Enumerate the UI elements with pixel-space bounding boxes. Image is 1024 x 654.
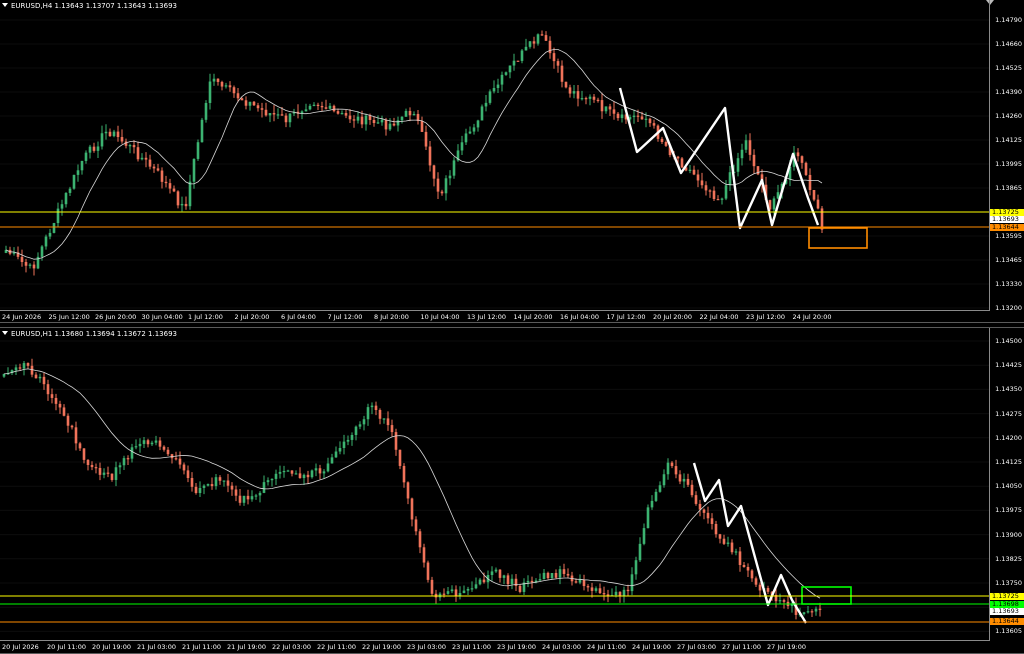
price-tick-label: 1.14350 <box>995 385 1022 394</box>
time-tick-label: 2 Jul 20:00 <box>234 313 270 321</box>
time-tick-label: 24 Jul 19:00 <box>632 643 671 651</box>
time-tick-label: 26 Jun 20:00 <box>95 313 137 321</box>
price-tick-label: 1.14125 <box>995 136 1022 144</box>
chart-window-h4[interactable]: EURUSD,H4 1.13643 1.13707 1.13643 1.1369… <box>0 0 1024 323</box>
time-tick-label: 1 Jul 12:00 <box>188 313 223 321</box>
price-tick-label: 1.14790 <box>995 16 1022 24</box>
time-tick-label: 24 Jul 20:00 <box>792 313 832 321</box>
price-tick-label: 1.14200 <box>995 433 1022 442</box>
time-tick-label: 20 Jul 2026 <box>2 643 39 651</box>
time-tick-label: 8 Jul 20:00 <box>374 313 409 321</box>
chart-window-h1[interactable]: EURUSD,H1 1.13680 1.13694 1.13672 1.1369… <box>0 327 1024 654</box>
time-tick-label: 23 Jul 11:00 <box>452 643 491 651</box>
price-tick-label: 1.13750 <box>995 579 1022 587</box>
price-tick-label: 1.13865 <box>995 184 1022 192</box>
time-tick-label: 20 Jul 20:00 <box>653 313 692 321</box>
time-tick-label: 17 Jul 12:00 <box>606 313 646 321</box>
price-tick-label: 1.14260 <box>995 112 1022 120</box>
time-tick-label: 22 Jul 11:00 <box>317 643 356 651</box>
time-tick-label: 23 Jul 19:00 <box>497 643 536 651</box>
price-tick-label: 1.14390 <box>995 88 1022 96</box>
time-tick-label: 27 Jul 19:00 <box>767 643 806 651</box>
time-tick-label: 7 Jul 12:00 <box>327 313 363 321</box>
time-tick-label: 23 Jul 12:00 <box>746 313 785 321</box>
price-tick-label: 1.14125 <box>995 458 1022 466</box>
time-tick-label: 25 Jun 12:00 <box>48 313 90 321</box>
candlestick-series <box>4 30 824 276</box>
time-tick-label: 20 Jul 11:00 <box>47 643 86 651</box>
price-plot-h4[interactable] <box>0 0 990 310</box>
price-plot-h1[interactable] <box>0 328 990 640</box>
grid <box>0 19 990 309</box>
price-tick-label: 1.13975 <box>995 506 1022 515</box>
time-tick-label: 21 Jul 11:00 <box>182 643 221 651</box>
zigzag-wave-drawing[interactable] <box>618 87 820 230</box>
price-tick-label: 1.14425 <box>995 361 1022 370</box>
price-tick-label: 1.13995 <box>995 160 1022 168</box>
moving-average-line[interactable] <box>5 49 823 260</box>
time-tick-label: 13 Jul 12:00 <box>467 313 506 321</box>
time-tick-label: 24 Jul 03:00 <box>542 643 581 651</box>
time-tick-label: 27 Jul 03:00 <box>677 643 716 651</box>
price-tick-label: 1.14050 <box>995 482 1022 491</box>
candlestick-series <box>2 358 822 620</box>
moving-average-line[interactable] <box>3 368 821 599</box>
time-tick-label: 23 Jul 03:00 <box>407 643 446 651</box>
level-price-tag: 1.13693 <box>990 216 1024 223</box>
price-tick-label: 1.13200 <box>995 304 1022 312</box>
price-axis-h1[interactable]: 1.14500 1.14425 1.14350 1.14275 1.14200 1.141… <box>989 328 1024 640</box>
time-tick-label: 22 Jul 03:00 <box>272 643 311 651</box>
price-tick-label: 1.13595 <box>995 232 1022 240</box>
time-axis-h1[interactable]: 20 Jul 2026 20 Jul 11:00 20 Jul 19:00 21 Ju… <box>0 640 990 653</box>
price-tick-label: 1.14660 <box>995 40 1022 48</box>
price-tick-label: 1.13825 <box>995 554 1022 563</box>
price-axis-h4[interactable]: 1.14790 1.14660 1.14525 1.14390 1.14260 1.141… <box>989 0 1024 312</box>
time-tick-label: 10 Jul 04:00 <box>420 313 460 321</box>
level-price-tag: 1.13693 <box>990 608 1024 615</box>
price-tick-label: 1.14275 <box>995 409 1022 418</box>
grid <box>0 340 990 632</box>
time-tick-label: 24 Jun 2026 <box>2 313 42 321</box>
time-tick-label: 22 Jul 19:00 <box>362 643 401 651</box>
time-tick-label: 30 Jun 04:00 <box>141 313 183 321</box>
level-price-tag: 1.13725 <box>990 593 1024 600</box>
price-tick-label: 1.13465 <box>995 256 1022 264</box>
time-tick-label: 22 Jul 04:00 <box>699 313 739 321</box>
time-tick-label: 6 Jul 04:00 <box>281 313 316 321</box>
price-tick-label: 1.14525 <box>995 64 1022 72</box>
time-tick-label: 21 Jul 03:00 <box>137 643 176 651</box>
time-tick-label: 14 Jul 20:00 <box>513 313 553 321</box>
time-tick-label: 21 Jul 19:00 <box>227 643 266 651</box>
price-tick-label: 1.13605 <box>995 627 1022 636</box>
level-price-tag: 1.13644 <box>990 224 1024 231</box>
price-tick-label: 1.13900 <box>995 530 1022 539</box>
time-tick-label: 16 Jul 04:00 <box>560 313 599 321</box>
time-tick-label: 24 Jul 11:00 <box>587 643 626 651</box>
target-zone-rectangle[interactable] <box>808 227 868 249</box>
level-price-tag: 1.13644 <box>990 618 1024 625</box>
price-tick-label: 1.14500 <box>995 337 1022 345</box>
zigzag-wave-drawing[interactable] <box>692 462 808 624</box>
price-tick-label: 1.13330 <box>995 280 1022 288</box>
time-axis-h4[interactable]: 24 Jun 2026 25 Jun 12:00 26 Jun 20:00 30 Ju… <box>0 310 990 322</box>
time-tick-label: 27 Jul 11:00 <box>722 643 761 651</box>
time-tick-label: 20 Jul 19:00 <box>92 643 131 651</box>
